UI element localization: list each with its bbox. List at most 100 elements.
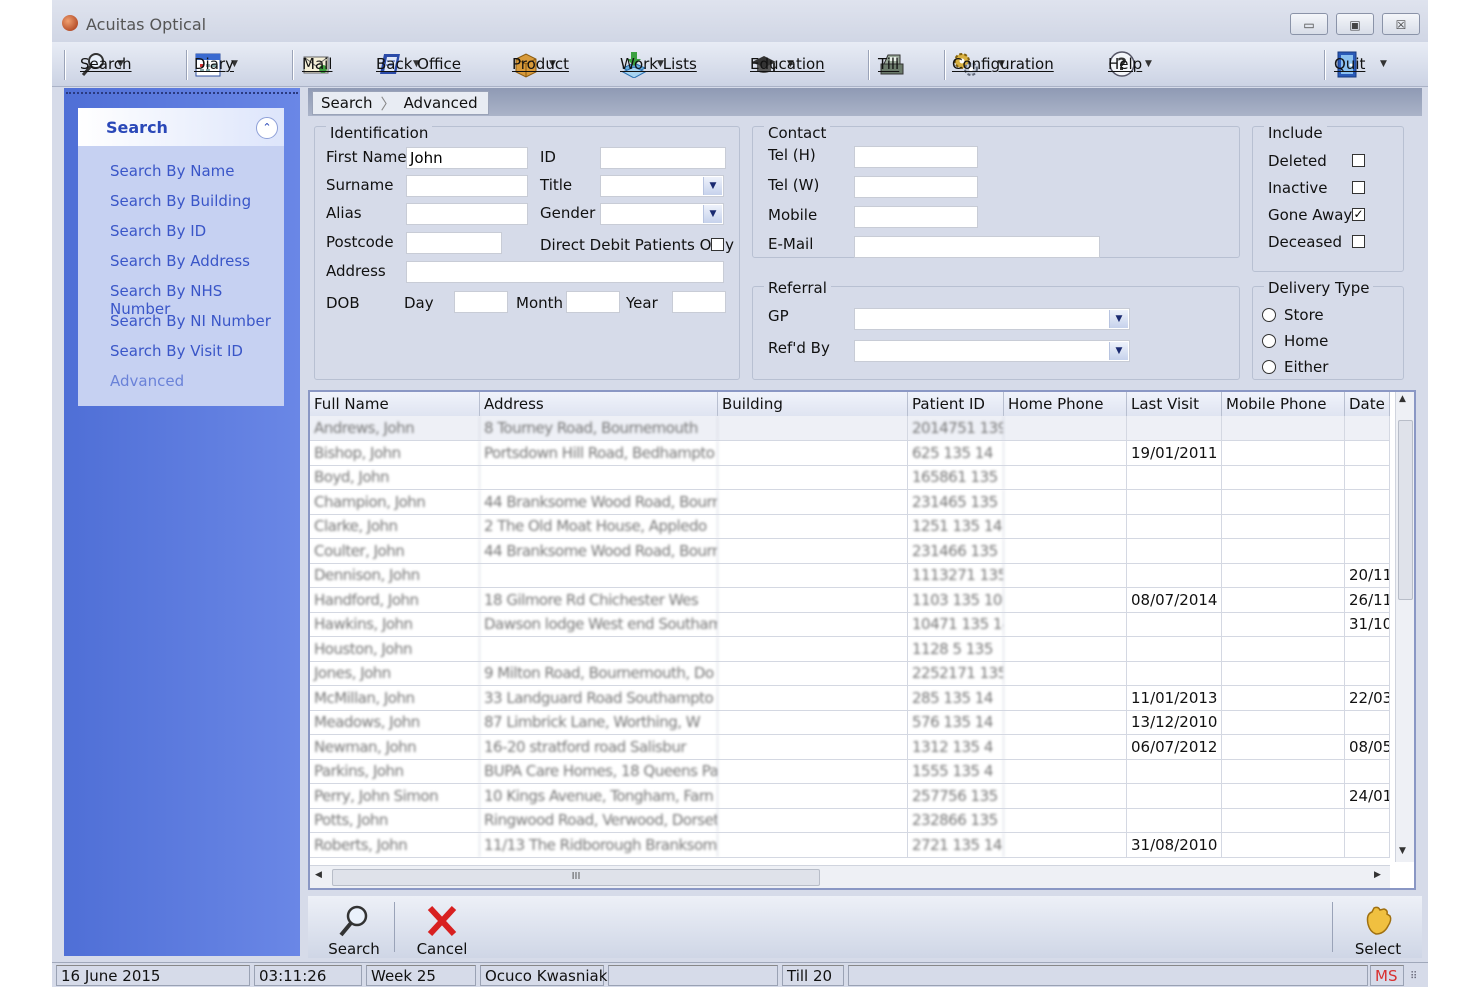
vertical-scrollbar[interactable]: ▲ ▼ xyxy=(1395,392,1414,862)
search-panel-header[interactable]: Search ⌃ xyxy=(78,108,284,146)
toolbar-product-button[interactable]: Product ▼ xyxy=(512,48,569,80)
scroll-right-arrow-icon[interactable]: ▶ xyxy=(1374,870,1381,880)
email-input[interactable] xyxy=(854,236,1100,258)
toolbar-search-button[interactable]: Search ▼ xyxy=(80,48,132,80)
table-row[interactable]: Roberts, John 11/13 The Ridborough Branks… xyxy=(310,832,1390,858)
search-button[interactable]: Search xyxy=(328,904,380,958)
gender-select[interactable]: ▼ xyxy=(600,203,724,225)
cell-address: 33 Landguard Road Southampto xyxy=(480,685,718,710)
toolbar-back-office-button[interactable]: Back Office ▼ xyxy=(376,48,461,80)
toolbar-education-button[interactable]: Education ▼ xyxy=(750,48,825,80)
table-row[interactable]: Meadows, John 87 Limbrick Lane, Worthing,… xyxy=(310,710,1390,735)
table-row[interactable]: Coulter, John 44 Branksome Wood Road, Bou… xyxy=(310,538,1390,564)
table-row[interactable]: Potts, John Ringwood Road, Verwood, Dorse… xyxy=(310,808,1390,833)
column-header-full-name[interactable]: Full Name xyxy=(310,392,480,416)
column-header-patient-id[interactable]: Patient ID xyxy=(908,392,1004,416)
toolbar-diary-button[interactable]: Diary ▼ xyxy=(194,48,238,80)
chevron-down-icon[interactable]: ▼ xyxy=(703,205,722,223)
dob-day-input[interactable] xyxy=(454,291,508,313)
delivery-store-radio[interactable] xyxy=(1262,308,1276,322)
breadcrumb-item-search[interactable]: Search xyxy=(321,94,373,112)
table-row[interactable]: Andrews, John 8 Tourney Road, Bournemouth… xyxy=(310,416,1390,441)
scroll-up-arrow-icon[interactable]: ▲ xyxy=(1399,394,1406,404)
scroll-down-arrow-icon[interactable]: ▼ xyxy=(1399,846,1406,856)
tel-home-input[interactable] xyxy=(854,146,978,168)
column-header-date[interactable]: Date C xyxy=(1345,392,1390,416)
table-row[interactable]: Jones, John 9 Milton Road, Bournemouth, D… xyxy=(310,661,1390,686)
sidebar-item-search-by-visit-id[interactable]: Search By Visit ID xyxy=(110,342,243,360)
collapse-chevron-up-icon[interactable]: ⌃ xyxy=(256,117,278,139)
include-deceased-checkbox[interactable] xyxy=(1352,235,1365,248)
sidebar-item-search-by-address[interactable]: Search By Address xyxy=(110,252,250,270)
dob-month-input[interactable] xyxy=(566,291,620,313)
column-header-home-phone[interactable]: Home Phone xyxy=(1004,392,1127,416)
chevron-down-icon[interactable]: ▼ xyxy=(1109,342,1128,360)
table-row[interactable]: Dennison, John 1113271 135 20/11/ xyxy=(310,563,1390,588)
toolbar-quit-button[interactable]: Quit ▼ xyxy=(1334,48,1387,80)
maximize-button[interactable]: ▣ xyxy=(1336,13,1374,35)
chevron-down-icon[interactable]: ▼ xyxy=(1380,59,1387,69)
vertical-scroll-thumb[interactable] xyxy=(1398,420,1413,600)
sidebar-item-search-by-name[interactable]: Search By Name xyxy=(110,162,235,180)
gp-select[interactable]: ▼ xyxy=(854,308,1130,330)
table-row[interactable]: Handford, John 18 Gilmore Rd Chichester W… xyxy=(310,587,1390,613)
direct-debit-checkbox[interactable] xyxy=(711,238,724,251)
table-row[interactable]: Houston, John 1128 5 135 xyxy=(310,636,1390,662)
address-input[interactable] xyxy=(406,261,724,283)
table-row[interactable]: Newman, John 16-20 stratford road Salisbu… xyxy=(310,734,1390,760)
cell-last-visit xyxy=(1127,563,1222,587)
first-name-input[interactable]: John xyxy=(406,147,528,169)
table-row[interactable]: Bishop, John Portsdown Hill Road, Bedhamp… xyxy=(310,440,1390,466)
sidebar-item-search-by-id[interactable]: Search By ID xyxy=(110,222,206,240)
table-row[interactable]: Hawkins, John Dawson lodge West end South… xyxy=(310,612,1390,637)
column-header-address[interactable]: Address xyxy=(480,392,718,416)
include-deleted-checkbox[interactable] xyxy=(1352,154,1365,167)
alias-input[interactable] xyxy=(406,203,528,225)
sidebar-item-advanced[interactable]: Advanced xyxy=(110,372,184,390)
toolbar-help-button[interactable]: ? Help ▼ xyxy=(1108,48,1152,80)
title-select[interactable]: ▼ xyxy=(600,175,724,197)
scroll-left-arrow-icon[interactable]: ◀ xyxy=(315,870,322,880)
cancel-button[interactable]: Cancel xyxy=(412,904,472,958)
table-row[interactable]: McMillan, John 33 Landguard Road Southamp… xyxy=(310,685,1390,711)
postcode-input[interactable] xyxy=(406,232,502,254)
chevron-down-icon[interactable]: ▼ xyxy=(1145,59,1152,69)
chevron-down-icon[interactable]: ▼ xyxy=(1109,310,1128,328)
id-input[interactable] xyxy=(600,147,726,169)
dob-year-input[interactable] xyxy=(672,291,726,313)
close-button[interactable]: ☒ xyxy=(1382,13,1420,35)
table-row[interactable]: Parkins, John BUPA Care Homes, 18 Queens … xyxy=(310,759,1390,784)
surname-input[interactable] xyxy=(406,175,528,197)
column-header-building[interactable]: Building xyxy=(718,392,908,416)
delivery-either-radio[interactable] xyxy=(1262,360,1276,374)
minimize-button[interactable]: ▭ xyxy=(1290,13,1328,35)
delivery-home-radio[interactable] xyxy=(1262,334,1276,348)
column-header-last-visit[interactable]: Last Visit xyxy=(1127,392,1222,416)
horizontal-scroll-thumb[interactable]: III xyxy=(332,869,820,886)
cancel-x-icon xyxy=(424,904,460,938)
tel-work-input[interactable] xyxy=(854,176,978,198)
chevron-down-icon[interactable]: ▼ xyxy=(703,177,722,195)
table-row[interactable]: Champion, John 44 Branksome Wood Road, Bo… xyxy=(310,489,1390,515)
toolbar-work-lists-button[interactable]: Work Lists ▼ xyxy=(620,48,697,80)
resize-grip-icon[interactable]: ⠿ xyxy=(1410,971,1417,982)
horizontal-scrollbar[interactable]: ◀ III ▶ xyxy=(310,865,1390,888)
table-row[interactable]: Boyd, John 165861 135 xyxy=(310,465,1390,490)
refd-by-label: Ref'd By xyxy=(768,339,830,357)
delivery-store-label: Store xyxy=(1284,306,1324,324)
include-inactive-checkbox[interactable] xyxy=(1352,181,1365,194)
mobile-input[interactable] xyxy=(854,206,978,228)
toolbar-mail-button[interactable]: Mail xyxy=(302,48,334,80)
include-gone-away-checkbox[interactable]: ✓ xyxy=(1352,208,1365,221)
table-row[interactable]: Perry, John Simon 10 Kings Avenue, Tongha… xyxy=(310,783,1390,809)
sidebar-item-search-by-building[interactable]: Search By Building xyxy=(110,192,251,210)
toolbar-configuration-button[interactable]: Configuration ▼ xyxy=(952,48,1054,80)
table-row[interactable]: Clarke, John 2 The Old Moat House, Appled… xyxy=(310,514,1390,539)
refd-by-select[interactable]: ▼ xyxy=(854,340,1130,362)
dob-label: DOB xyxy=(326,294,360,312)
toolbar-till-button[interactable]: Till xyxy=(878,48,910,80)
select-button[interactable]: Select xyxy=(1350,904,1406,958)
sidebar-item-search-by-ni-number[interactable]: Search By NI Number xyxy=(110,312,271,330)
column-header-mobile-phone[interactable]: Mobile Phone xyxy=(1222,392,1345,416)
toolbar-grip xyxy=(64,50,66,80)
